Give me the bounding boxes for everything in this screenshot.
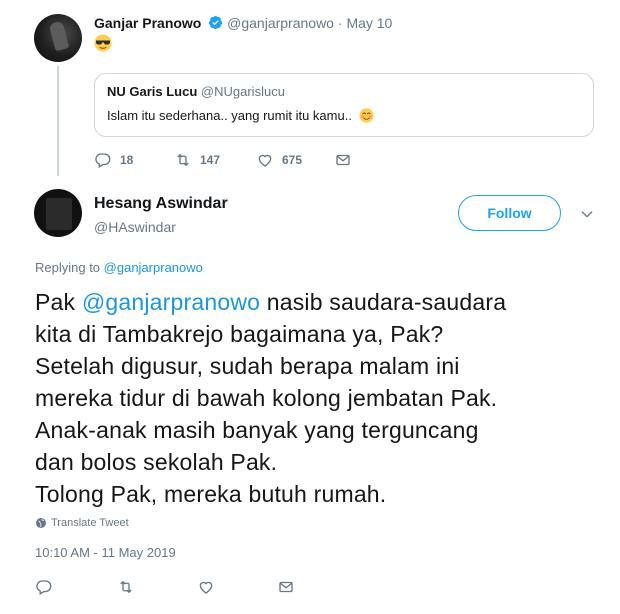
main-retweet-button[interactable] — [117, 577, 143, 597]
parent-retweet-button[interactable]: 147 — [174, 150, 220, 170]
tweet-body-line: kita di Tambakrejo bagaimana ya, Pak? — [35, 321, 444, 347]
quoted-tweet-card[interactable]: NU Garis Lucu @NUgarislucu Islam itu sed… — [94, 73, 594, 137]
tweet-body-line: Pak @ganjarpranowo nasib saudara-saudara — [35, 286, 595, 318]
main-dm-button[interactable] — [277, 577, 303, 597]
tweet-body-line: Tolong Pak, mereka butuh rumah. — [35, 481, 387, 507]
chevron-down-icon[interactable] — [579, 206, 595, 222]
smiling-face-emoji-icon — [358, 108, 374, 123]
translate-tweet-link[interactable]: Translate Tweet — [35, 517, 129, 529]
quoted-author-name: NU Garis Lucu — [107, 84, 198, 99]
quoted-author-handle: @NUgarislucu — [200, 84, 285, 99]
parent-tweet-date[interactable]: May 10 — [346, 15, 392, 31]
main-reply-button[interactable] — [35, 577, 61, 597]
retweet-icon — [177, 154, 189, 166]
main-author-handle[interactable]: @HAswindar — [94, 219, 176, 235]
main-author-name[interactable]: Hesang Aswindar — [94, 195, 228, 213]
parent-tweet-header: Ganjar Pranowo @ganjarpranowo · May 10 — [94, 15, 392, 31]
main-like-button[interactable] — [197, 577, 223, 597]
parent-like-count: 675 — [282, 153, 303, 167]
envelope-icon — [279, 581, 293, 593]
heart-icon — [258, 154, 272, 167]
reply-icon — [95, 153, 111, 168]
envelope-icon — [336, 154, 350, 166]
tweet-body: Pak @ganjarpranowo nasib saudara-saudara… — [35, 286, 595, 510]
parent-like-button[interactable]: 675 — [256, 150, 302, 170]
tweet-body-line: mereka tidur di bawah kolong jembatan Pa… — [35, 385, 498, 411]
tweet-body-line: dan bolos sekolah Pak. — [35, 449, 278, 475]
verified-badge-icon — [209, 15, 223, 30]
globe-icon — [36, 518, 46, 528]
quoted-tweet-header: NU Garis Lucu @NUgarislucu — [107, 84, 285, 99]
parent-author-handle[interactable]: @ganjarpranowo — [227, 15, 334, 31]
main-author-avatar[interactable] — [34, 189, 82, 237]
quoted-tweet-text: Islam itu sederhana.. yang rumit itu kam… — [107, 108, 374, 123]
follow-button[interactable]: Follow — [458, 195, 561, 231]
replying-to-label: Replying to — [35, 260, 101, 275]
tweet-timestamp[interactable]: 10:10 AM - 11 May 2019 — [35, 545, 176, 560]
reply-icon — [36, 580, 52, 595]
quoted-tweet-body: Islam itu sederhana.. yang rumit itu kam… — [107, 108, 352, 123]
parent-reply-button[interactable]: 18 — [94, 150, 133, 170]
translate-tweet-label: Translate Tweet — [51, 517, 129, 529]
replying-to-handle[interactable]: @ganjarpranowo — [104, 260, 203, 275]
retweet-icon — [120, 581, 132, 593]
heart-icon — [199, 581, 213, 594]
sunglasses-emoji-icon — [94, 34, 112, 52]
header-separator: · — [337, 15, 343, 31]
tweet-mention-link[interactable]: @ganjarpranowo — [82, 289, 260, 315]
tweet-body-lead: Pak — [35, 289, 82, 315]
parent-reply-count: 18 — [120, 153, 134, 167]
thread-connector-line — [57, 66, 59, 176]
tweet-body-line: Setelah digusur, sudah berapa malam ini — [35, 353, 460, 379]
parent-author-avatar[interactable] — [34, 14, 82, 62]
replying-to-line: Replying to @ganjarpranowo — [35, 260, 203, 275]
tweet-body-line: Anak-anak masih banyak yang terguncang — [35, 417, 479, 443]
parent-dm-button[interactable] — [334, 150, 360, 170]
tweet-body-line1-rest: nasib saudara-saudara — [260, 289, 507, 315]
parent-author-name[interactable]: Ganjar Pranowo — [94, 15, 201, 31]
parent-retweet-count: 147 — [200, 153, 221, 167]
